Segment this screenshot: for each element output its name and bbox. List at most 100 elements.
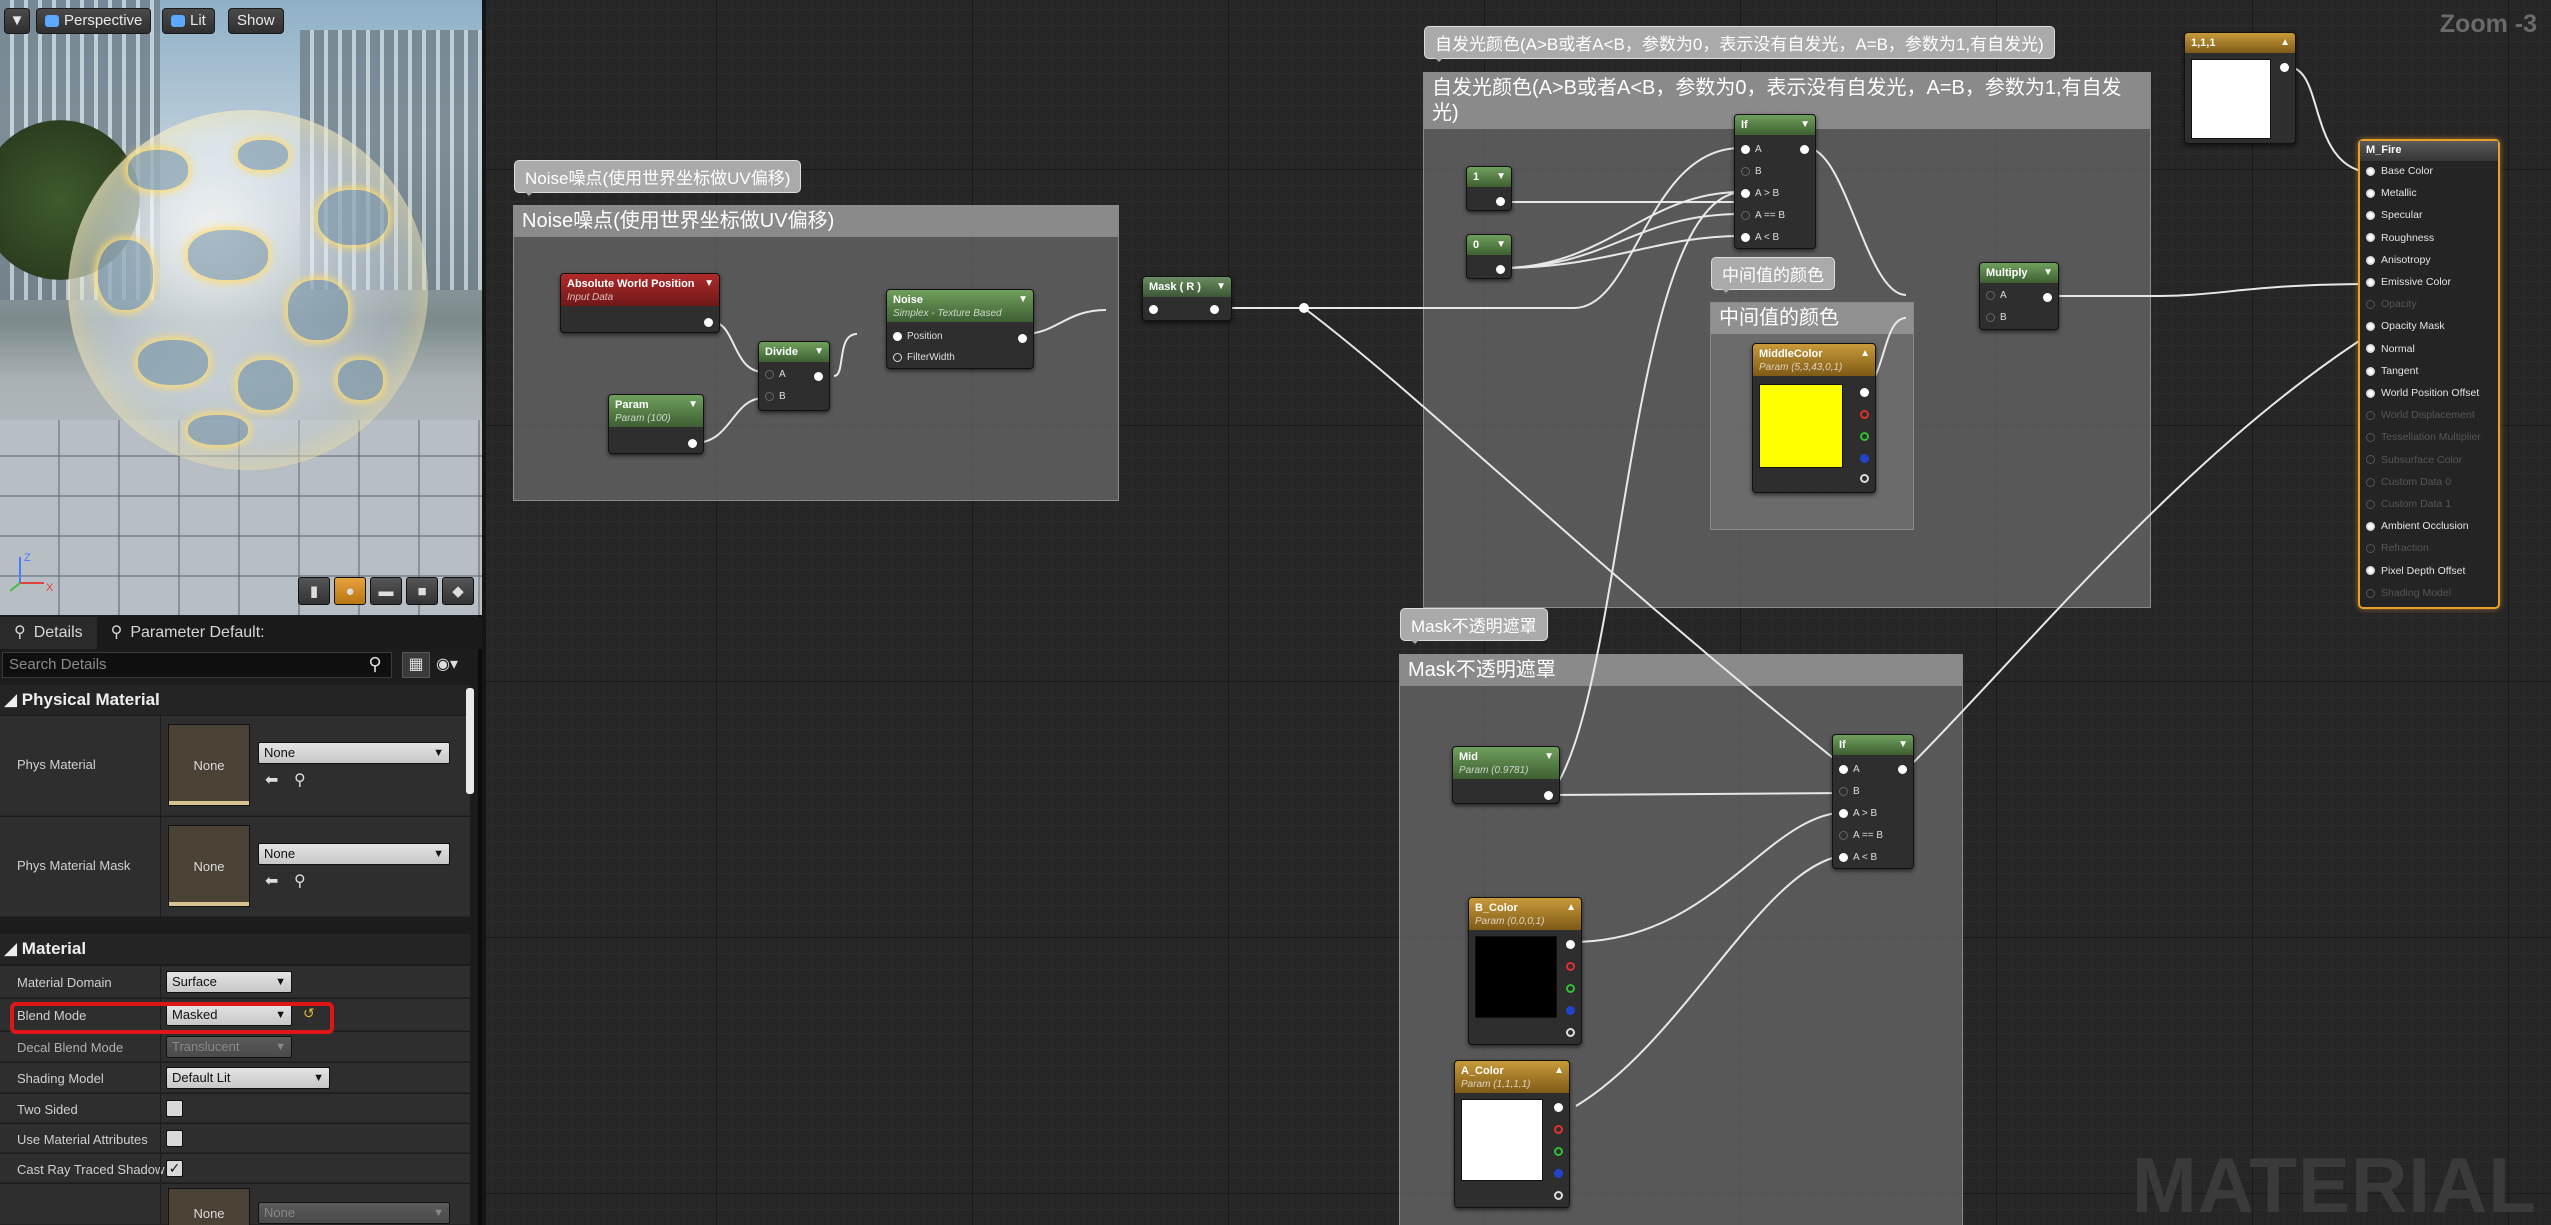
chevron-down-icon[interactable]: ▼ [1216, 280, 1226, 294]
chevron-down-icon[interactable]: ▼ [1898, 738, 1908, 752]
result-pin[interactable]: Tessellation Multiplier [2366, 431, 2481, 443]
output-pin[interactable] [2280, 63, 2289, 72]
chevron-up-icon[interactable]: ▲ [2280, 36, 2290, 50]
chevron-up-icon[interactable]: ▲ [1566, 901, 1576, 915]
plane-icon[interactable]: ▬ [370, 577, 402, 605]
tab-parameter-defaults[interactable]: ⚲ Parameter Default: [97, 617, 279, 649]
use-material-attributes-checkbox[interactable] [166, 1130, 183, 1147]
node-mid[interactable]: Mid Param (0.9781) ▼ [1452, 746, 1560, 804]
output-pin-r[interactable] [1554, 1125, 1563, 1134]
result-pin[interactable]: Anisotropy [2366, 254, 2431, 266]
details-scrollbar[interactable] [466, 688, 474, 794]
category-physical-material[interactable]: ◢ Physical Material [0, 685, 470, 715]
input-pin-a[interactable]: A [1839, 763, 1860, 777]
input-pin[interactable] [1149, 305, 1158, 314]
chevron-down-icon[interactable]: ▼ [688, 398, 698, 412]
output-pin[interactable] [1018, 334, 1027, 343]
output-pin-rgb[interactable] [1860, 388, 1869, 397]
viewport-menu-button[interactable]: ▼ [4, 8, 30, 34]
output-pin-r[interactable] [1860, 410, 1869, 419]
input-pin-filterwidth[interactable]: FilterWidth [893, 351, 955, 365]
result-pin[interactable]: Ambient Occlusion [2366, 520, 2469, 532]
node-mask-r[interactable]: Mask ( R ) ▼ [1142, 276, 1232, 321]
input-pin-b[interactable]: B [765, 390, 786, 404]
cube-icon[interactable]: ■ [406, 577, 438, 605]
output-pin-b[interactable] [1860, 454, 1869, 463]
node-noise[interactable]: Noise Simplex - Texture Based ▼ Position F… [886, 289, 1034, 369]
phys-material-mask-dropdown[interactable]: None ▼ [258, 843, 450, 865]
phys-material-mask-thumbnail[interactable]: None [168, 825, 250, 907]
eye-icon[interactable]: ◉▾ [436, 652, 476, 678]
browse-magnifier-icon[interactable]: ⚲ [294, 871, 306, 891]
input-pin-a[interactable]: A [1986, 289, 2007, 303]
chevron-down-icon[interactable]: ▼ [814, 345, 824, 359]
result-pin[interactable]: Tangent [2366, 365, 2418, 377]
chevron-down-icon[interactable]: ▼ [2043, 266, 2053, 280]
material-domain-dropdown[interactable]: Surface ▼ [166, 971, 292, 993]
node-result-m-fire[interactable]: M_Fire Base Color Metallic Specular Roughne… [2358, 139, 2500, 609]
result-pin[interactable]: World Position Offset [2366, 387, 2479, 399]
shading-model-dropdown[interactable]: Default Lit ▼ [166, 1067, 330, 1089]
search-details-input[interactable]: Search Details [2, 652, 392, 678]
output-pin-a[interactable] [1860, 474, 1869, 483]
output-pin[interactable] [704, 318, 713, 327]
input-pin-a[interactable]: A [1741, 143, 1762, 157]
result-pin[interactable]: Base Color [2366, 165, 2433, 177]
result-pin[interactable]: Metallic [2366, 187, 2417, 199]
node-divide[interactable]: Divide ▼ A B [758, 341, 830, 411]
chevron-down-icon[interactable]: ▼ [1496, 238, 1506, 252]
node-constant-111[interactable]: 1,1,1 ▲ [2184, 32, 2296, 144]
input-pin-b[interactable]: B [1986, 311, 2007, 325]
material-graph-canvas[interactable]: Noise噪点(使用世界坐标做UV偏移) Noise噪点(使用世界坐标做UV偏移… [486, 0, 2551, 1225]
output-pin[interactable] [1898, 765, 1907, 774]
output-pin[interactable] [1210, 305, 1219, 314]
chevron-down-icon[interactable]: ▼ [1800, 118, 1810, 132]
result-pin[interactable]: Opacity Mask [2366, 320, 2445, 332]
node-multiply[interactable]: Multiply ▼ A B [1979, 262, 2059, 330]
node-param-100[interactable]: Param Param (100) ▼ [608, 394, 704, 454]
result-pin[interactable]: Refraction [2366, 542, 2429, 554]
browse-magnifier-icon[interactable]: ⚲ [294, 770, 306, 790]
output-pin-a[interactable] [1554, 1191, 1563, 1200]
phys-material-thumbnail[interactable]: None [168, 724, 250, 806]
result-pin[interactable]: Roughness [2366, 232, 2434, 244]
category-material[interactable]: ◢ Material [0, 934, 470, 964]
node-if-mask[interactable]: If ▼ A B A > B A == B A < B [1832, 734, 1914, 869]
chevron-up-icon[interactable]: ▲ [1554, 1064, 1564, 1078]
result-pin[interactable]: Shading Model [2366, 587, 2451, 599]
output-pin[interactable] [1496, 265, 1505, 274]
reroute-node[interactable] [1299, 303, 1309, 313]
result-pin[interactable]: Subsurface Color [2366, 454, 2462, 466]
output-pin[interactable] [814, 372, 823, 381]
chevron-up-icon[interactable]: ▲ [1860, 347, 1870, 361]
input-pin-b[interactable]: B [1741, 165, 1762, 179]
output-pin[interactable] [2043, 293, 2052, 302]
grid-view-icon[interactable]: ▦ [402, 652, 430, 678]
result-pin[interactable]: Normal [2366, 343, 2415, 355]
chevron-down-icon[interactable]: ▼ [1018, 293, 1028, 307]
cylinder-icon[interactable]: ▮ [298, 577, 330, 605]
node-middle-color[interactable]: MiddleColor Param (5,3,43,0,1) ▲ [1752, 343, 1876, 493]
input-pin-a-greater-b[interactable]: A > B [1741, 187, 1779, 201]
input-pin-a-equals-b[interactable]: A == B [1741, 209, 1785, 223]
output-pin-g[interactable] [1566, 984, 1575, 993]
input-pin-position[interactable]: Position [893, 330, 943, 344]
cast-ray-traced-shadows-checkbox[interactable]: ✓ [166, 1160, 183, 1177]
perspective-button[interactable]: Perspective [36, 8, 152, 34]
result-pin[interactable]: Specular [2366, 209, 2422, 221]
output-pin[interactable] [1800, 145, 1809, 154]
node-absolute-world-position[interactable]: Absolute World Position Input Data ▼ [560, 273, 720, 333]
result-pin[interactable]: Custom Data 1 [2366, 498, 2451, 510]
search-icon[interactable]: ⚲ [364, 654, 386, 676]
node-if-emissive[interactable]: If ▼ A B A > B A == B A < B [1734, 114, 1816, 249]
node-constant-1[interactable]: 1 ▼ [1466, 166, 1512, 211]
lit-button[interactable]: Lit [162, 8, 215, 34]
output-pin-rgb[interactable] [1554, 1103, 1563, 1112]
use-selected-arrow-icon[interactable]: ⬅ [265, 770, 278, 790]
output-pin-r[interactable] [1566, 962, 1575, 971]
input-pin-a-less-b[interactable]: A < B [1741, 231, 1779, 245]
phys-material-dropdown[interactable]: None ▼ [258, 742, 450, 764]
chevron-down-icon[interactable]: ▼ [1496, 170, 1506, 184]
output-pin[interactable] [1544, 791, 1553, 800]
output-pin-g[interactable] [1554, 1147, 1563, 1156]
